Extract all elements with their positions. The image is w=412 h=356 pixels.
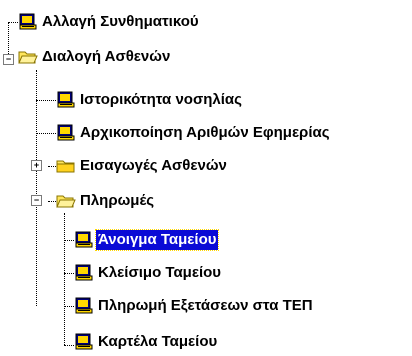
tree-item-label: Διαλογή Ασθενών [42, 48, 171, 65]
expander-eisagoges[interactable]: + [31, 160, 42, 171]
folder-closed-icon [56, 157, 76, 175]
tree-connector [64, 306, 74, 307]
tree-item-label: Αρχικοποίηση Αριθμών Εφημερίας [80, 124, 330, 141]
tree-item-label: Πληρωμή Εξετάσεων στα ΤΕΠ [98, 297, 313, 314]
tree-connector [48, 201, 56, 202]
tree-item-pliromi-exetaseon-tep[interactable]: Πληρωμή Εξετάσεων στα ΤΕΠ [74, 294, 315, 318]
tree-item-label: Κλείσιμο Ταμείου [98, 264, 222, 281]
tree-folder-pliromes[interactable]: Πληρωμές [56, 189, 156, 213]
tree-connector [64, 273, 74, 274]
tree-item-label: Αλλαγή Συνθηματικού [42, 13, 199, 30]
tree-item-istorikotita-nosilias[interactable]: Ιστορικότητα νοσηλίας [56, 88, 244, 112]
computer-icon [18, 13, 38, 31]
tree-item-allagi-synthimatikou[interactable]: Αλλαγή Συνθηματικού [18, 10, 201, 34]
tree-folder-dialogi-asthenon[interactable]: Διαλογή Ασθενών [18, 45, 172, 69]
tree-item-kleisimo-tameiou[interactable]: Κλείσιμο Ταμείου [74, 261, 223, 285]
expander-diaslogi[interactable]: − [3, 54, 14, 65]
computer-icon [56, 124, 76, 142]
tree-item-anoigma-tameiou[interactable]: Άνοιγμα Ταμείου [74, 228, 220, 252]
computer-icon [74, 297, 94, 315]
tree-item-label: Πληρωμές [80, 192, 155, 209]
tree-item-arxikopoiisi-arithmon[interactable]: Αρχικοποίηση Αριθμών Εφημερίας [56, 121, 332, 145]
tree-connector [64, 345, 74, 346]
expander-pliromes[interactable]: − [31, 195, 42, 206]
tree-folder-eisagoges-asthenon[interactable]: Εισαγωγές Ασθενών [56, 154, 229, 178]
tree-item-label: Εισαγωγές Ασθενών [80, 157, 227, 174]
tree-item-label: Άνοιγμα Ταμείου [94, 229, 220, 251]
tree-connector [8, 22, 18, 23]
tree-connector [64, 240, 74, 241]
tree-item-label: Καρτέλα Ταμείου [98, 333, 218, 350]
tree-connector [36, 70, 37, 306]
tree-connector [36, 100, 56, 101]
folder-open-icon [18, 48, 38, 66]
folder-open-icon [56, 192, 76, 210]
tree-view: − + − Αλλαγή Συνθηματικού Διαλογή Ασθενώ… [0, 0, 412, 356]
computer-icon [56, 91, 76, 109]
tree-item-label: Ιστορικότητα νοσηλίας [80, 91, 242, 108]
computer-icon [74, 231, 94, 249]
tree-item-kartela-tameiou[interactable]: Καρτέλα Ταμείου [74, 330, 219, 354]
computer-icon [74, 264, 94, 282]
tree-connector [36, 133, 56, 134]
tree-connector [64, 213, 65, 345]
tree-connector [48, 166, 56, 167]
computer-icon [74, 333, 94, 351]
